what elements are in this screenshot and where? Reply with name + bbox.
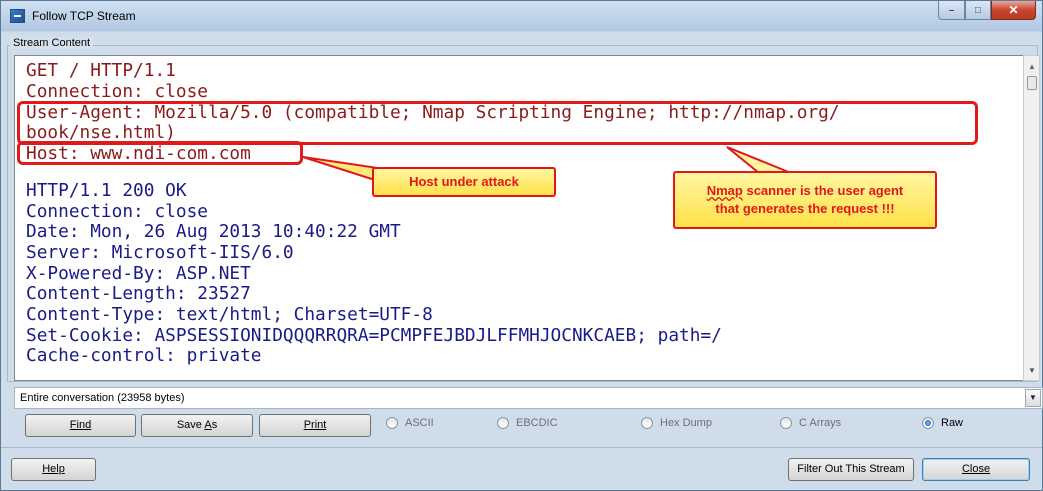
radio-label: Raw [941,417,964,429]
find-button[interactable]: Find [25,414,136,437]
radio-indicator[interactable] [641,417,653,429]
window-controls: – □ ✕ [938,1,1036,21]
agent-callout-line2: that generates the request !!! [715,201,895,216]
close-button-label: Close [961,463,991,475]
radio-indicator[interactable] [497,417,509,429]
maximize-icon: □ [974,4,982,16]
filter-out-button-label: Filter Out This Stream [797,463,905,475]
scroll-up-arrow-icon[interactable]: ▲ [1028,62,1036,71]
radio-indicator[interactable] [780,417,792,429]
user-agent-highlight-box [17,101,978,145]
title-bar[interactable]: Follow TCP Stream – □ ✕ [1,1,1042,31]
help-button[interactable]: Help [11,458,96,481]
conversation-select-value: Entire conversation (23958 bytes) [20,392,185,404]
minimize-icon: – [948,4,955,16]
stream-scrollbar[interactable]: ▲ ▼ [1023,55,1040,381]
response-line: Server: Microsoft-IIS/6.0 [26,242,294,263]
minimize-button[interactable]: – [938,1,965,20]
help-button-label: Help [42,463,65,475]
radio-label: ASCII [405,417,434,429]
response-line: Set-Cookie: ASPSESSIONIDQQQRRQRA=PCMPFEJ… [26,325,722,346]
filter-out-stream-button[interactable]: Filter Out This Stream [788,458,914,481]
divider [1,447,1042,448]
radio-c-arrays[interactable]: C Arrays [780,417,841,429]
agent-callout-line1-rest: scanner is the user agent [742,183,904,198]
response-line: Date: Mon, 26 Aug 2013 10:40:22 GMT [26,221,401,242]
response-line: Cache-control: private [26,345,262,366]
radio-label: Hex Dump [660,417,712,429]
print-button-label: Print [303,419,327,431]
stream-content-label: Stream Content [10,37,94,49]
response-line: Content-Length: 23527 [26,283,251,304]
agent-callout-word: Nmap [706,183,743,198]
agent-callout-line1: Nmap scanner is the user agent [675,182,935,200]
radio-raw[interactable]: Raw [922,417,963,429]
save-as-button[interactable]: Save As [141,414,253,437]
host-under-attack-callout: Host under attack [372,167,556,197]
save-as-suffix: s [211,419,218,431]
radio-ebcdic[interactable]: EBCDIC [497,417,558,429]
response-line: X-Powered-By: ASP.NET [26,263,251,284]
wireshark-app-icon [10,9,25,23]
maximize-button[interactable]: □ [965,1,991,20]
host-callout-text: Host under attack [409,174,519,189]
conversation-select[interactable]: Entire conversation (23958 bytes) ▼ [14,387,1043,409]
response-line: Content-Type: text/html; Charset=UTF-8 [26,304,433,325]
print-button[interactable]: Print [259,414,371,437]
window-title: Follow TCP Stream [32,9,136,23]
radio-ascii[interactable]: ASCII [386,417,434,429]
close-icon: ✕ [1008,3,1019,17]
scroll-down-arrow-icon[interactable]: ▼ [1028,366,1036,375]
response-line: HTTP/1.1 200 OK [26,180,187,201]
radio-hex-dump[interactable]: Hex Dump [641,417,712,429]
response-line: Connection: close [26,201,208,222]
host-highlight-box [17,141,303,165]
radio-indicator[interactable] [922,417,934,429]
chevron-down-icon[interactable]: ▼ [1025,389,1041,407]
nmap-user-agent-callout: Nmap scanner is the user agent that gene… [673,171,937,229]
request-line: Connection: close [26,81,208,102]
close-button[interactable]: Close [922,458,1030,481]
window-close-button[interactable]: ✕ [991,1,1036,20]
radio-label: EBCDIC [516,417,558,429]
radio-indicator[interactable] [386,417,398,429]
radio-label: C Arrays [799,417,842,429]
find-button-label: Find [69,419,92,431]
save-as-accel: A [204,419,212,431]
scroll-thumb[interactable] [1027,76,1037,90]
follow-tcp-stream-window: Follow TCP Stream – □ ✕ Stream Content G… [0,0,1043,491]
save-as-prefix: Save [176,419,205,431]
request-line: GET / HTTP/1.1 [26,60,176,81]
